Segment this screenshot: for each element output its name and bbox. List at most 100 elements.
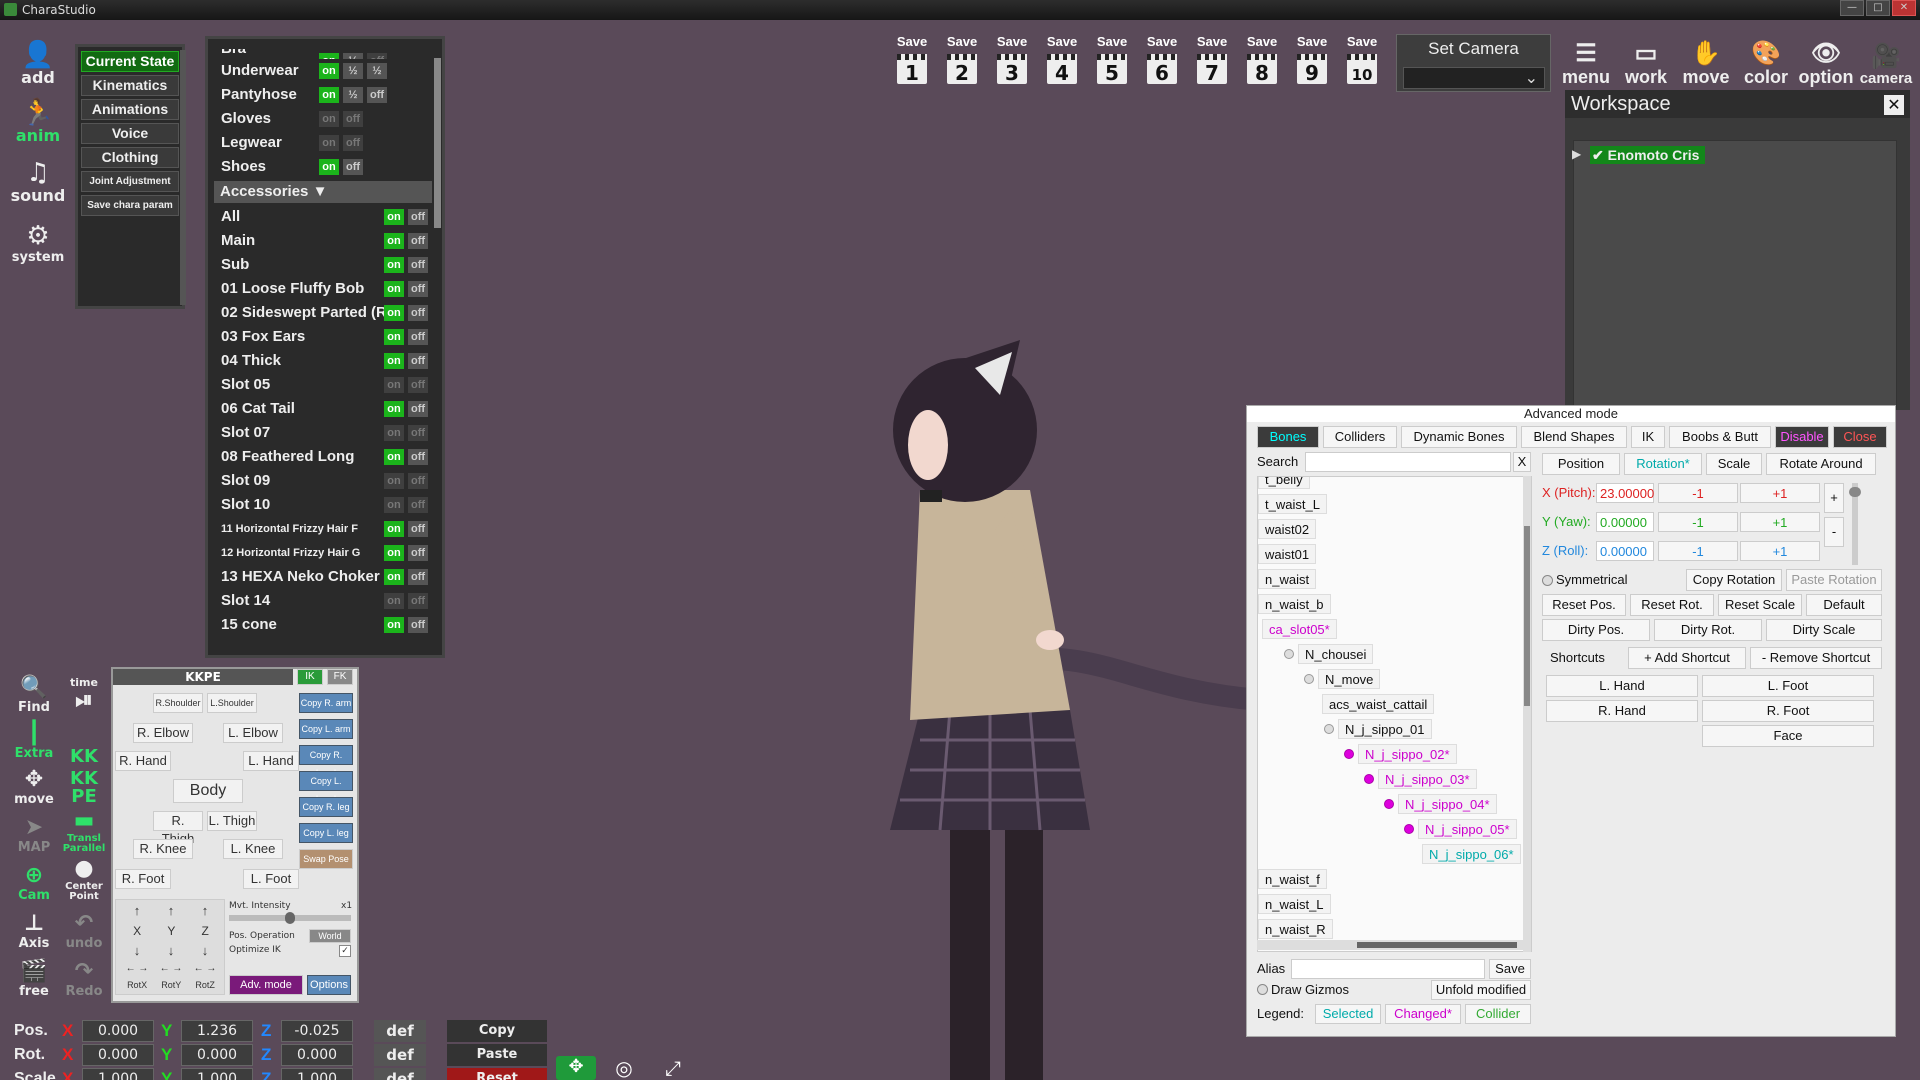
clapperboard-icon[interactable]: 3 [997, 54, 1027, 85]
half-button[interactable]: ½ [343, 87, 363, 103]
rot-x-field[interactable]: 0.000 [82, 1044, 154, 1066]
clapperboard-icon[interactable]: 1 [897, 54, 927, 85]
save-label[interactable]: Save [1290, 34, 1334, 50]
off-button[interactable]: off [408, 473, 428, 489]
bone-item[interactable]: N_chousei [1298, 644, 1374, 664]
menu-button[interactable]: ☰ menu [1558, 36, 1614, 86]
on-button[interactable]: on [384, 353, 404, 369]
off-button[interactable]: off [408, 545, 428, 561]
body-button[interactable]: Body [173, 779, 243, 803]
swap-pose-button[interactable]: Swap Pose [299, 849, 353, 869]
save-label[interactable]: Save [890, 34, 934, 50]
off-button[interactable]: off [343, 159, 363, 175]
save-label[interactable]: Save [1240, 34, 1284, 50]
tab-ik[interactable]: IK [1631, 426, 1665, 448]
off-button[interactable]: off [408, 449, 428, 465]
save-slot-4[interactable]: Save 4 [1040, 34, 1084, 85]
rot-z-field[interactable]: 0.000 [281, 1044, 353, 1066]
l-knee-button[interactable]: L. Knee [223, 839, 283, 859]
on-button[interactable]: on [384, 497, 404, 513]
camera-dropdown[interactable]: ⌄ [1403, 67, 1545, 89]
on-button[interactable]: on [384, 281, 404, 297]
bone-expand-toggle[interactable] [1364, 774, 1374, 784]
copy-transform-button[interactable]: Copy Transform [447, 1020, 547, 1060]
up-arrows[interactable]: ↑ ↑ ↑ [120, 902, 222, 920]
bone-item[interactable]: N_j_sippo_05* [1418, 819, 1517, 839]
clapperboard-icon[interactable]: 10 [1347, 54, 1377, 84]
menu-save-chara-param[interactable]: Save chara param [81, 195, 179, 216]
scale-y-field[interactable]: 1.000 [181, 1068, 253, 1080]
save-label[interactable]: Save [1090, 34, 1134, 50]
off-button[interactable]: off [408, 593, 428, 609]
l-shoulder-button[interactable]: L.Shoulder [207, 693, 257, 713]
on-button[interactable]: on [384, 569, 404, 585]
bone-item[interactable]: n_waist_R [1258, 919, 1333, 939]
copy-l-arm-button[interactable]: Copy L. arm [299, 719, 353, 739]
off-button[interactable]: off [408, 497, 428, 513]
remove-shortcut-button[interactable]: - Remove Shortcut [1750, 647, 1882, 669]
off-button[interactable]: off [343, 135, 363, 151]
save-slot-1[interactable]: Save 1 [890, 34, 934, 85]
bone-expand-toggle[interactable] [1384, 799, 1394, 809]
add-button[interactable]: 👤 add [12, 34, 64, 88]
pos-z-field[interactable]: -0.025 [281, 1020, 353, 1042]
mvt-intensity-slider[interactable] [229, 912, 351, 924]
rotate-gizmo-icon[interactable]: ◎ [606, 1056, 642, 1080]
undo-button[interactable]: ↶ undo [62, 904, 106, 950]
find-button[interactable]: 🔍 Find [12, 668, 56, 714]
shortcut-l-foot[interactable]: L. Foot [1702, 675, 1874, 697]
bone-item[interactable]: waist02 [1258, 519, 1317, 539]
green-move-icon[interactable]: ✥ [556, 1056, 596, 1080]
pos-x-field[interactable]: 0.000 [82, 1020, 154, 1042]
off-button[interactable]: off [408, 617, 428, 633]
clapperboard-icon[interactable]: 5 [1097, 54, 1127, 85]
tab-dynamic-bones[interactable]: Dynamic Bones [1401, 426, 1517, 448]
menu-joint-adjustment[interactable]: Joint Adjustment [81, 171, 179, 192]
bone-item[interactable]: N_j_sippo_04* [1398, 794, 1497, 814]
hscroll-thumb[interactable] [1357, 942, 1517, 948]
symmetrical-radio[interactable] [1542, 575, 1553, 586]
bone-scroll-thumb[interactable] [1524, 526, 1530, 706]
increment-plus-button[interactable]: + [1824, 483, 1844, 513]
tab-blend-shapes[interactable]: Blend Shapes [1521, 426, 1627, 448]
workspace-item-character[interactable]: ✔ Enomoto Cris [1590, 146, 1706, 164]
workspace-close-button[interactable]: ✕ [1884, 95, 1904, 115]
close-button[interactable]: Close [1833, 426, 1887, 448]
tab-colliders[interactable]: Colliders [1323, 426, 1397, 448]
increment-slider-handle[interactable] [1849, 487, 1861, 497]
copy-l-leg-button[interactable]: Copy L. leg [299, 823, 353, 843]
down-arrows[interactable]: ↓ ↓ ↓ [120, 942, 222, 960]
tab-bones[interactable]: Bones [1257, 426, 1319, 448]
rot-default-button[interactable]: def [374, 1044, 426, 1066]
work-button[interactable]: ▭ work [1618, 36, 1674, 86]
bone-item[interactable]: n_waist_f [1258, 869, 1327, 889]
on-button[interactable]: on [384, 233, 404, 249]
copy-r-arm-button[interactable]: Copy R. arm [299, 693, 353, 713]
alias-save-button[interactable]: Save [1489, 959, 1531, 979]
dirty-scale-button[interactable]: Dirty Scale [1766, 619, 1882, 641]
on-button[interactable]: on [319, 159, 339, 175]
map-button[interactable]: ➤ MAP [12, 808, 56, 854]
r-shoulder-button[interactable]: R.Shoulder [153, 693, 203, 713]
save-slot-9[interactable]: Save 9 [1290, 34, 1334, 85]
bone-expand-toggle[interactable] [1344, 749, 1354, 759]
on-button[interactable]: on [384, 449, 404, 465]
save-slot-6[interactable]: Save 6 [1140, 34, 1184, 85]
pos-default-button[interactable]: def [374, 1020, 426, 1042]
search-clear-button[interactable]: X [1513, 452, 1531, 472]
on-button[interactable]: on [319, 63, 339, 79]
bone-expand-toggle[interactable] [1284, 649, 1294, 659]
tab-position[interactable]: Position [1542, 453, 1620, 475]
copy-l-hand-button[interactable]: Copy L. hand [299, 771, 353, 804]
clapperboard-icon[interactable]: 7 [1197, 54, 1227, 85]
clapperboard-icon[interactable]: 8 [1247, 54, 1277, 85]
tab-rotate-around[interactable]: Rotate Around [1766, 453, 1876, 475]
l-foot-button[interactable]: L. Foot [243, 869, 299, 889]
camera-button[interactable]: 🎥 camera [1858, 36, 1914, 86]
save-slot-5[interactable]: Save 5 [1090, 34, 1134, 85]
move-tool-button[interactable]: ✥ move [12, 760, 56, 806]
menu-kinematics[interactable]: Kinematics [81, 75, 179, 96]
time-button[interactable]: time ⏯ [62, 668, 106, 714]
unfold-modified-button[interactable]: Unfold modified [1431, 980, 1531, 1000]
l-elbow-button[interactable]: L. Elbow [223, 723, 283, 743]
